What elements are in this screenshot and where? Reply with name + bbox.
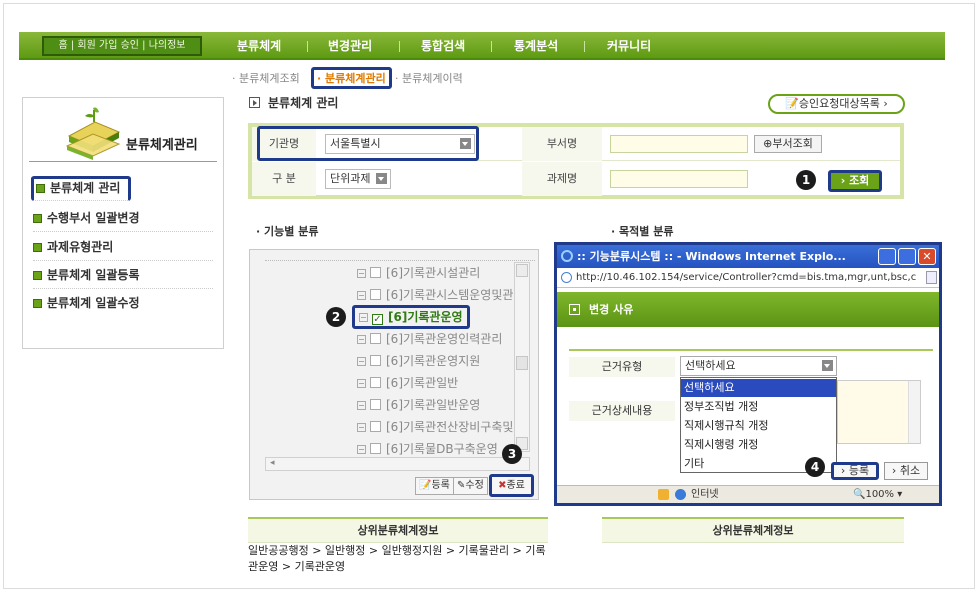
checkbox-checked-icon (372, 314, 383, 325)
nav-menu-classification[interactable]: 분류체계 (237, 32, 281, 60)
subtab-history[interactable]: · 분류체계이력 (395, 70, 463, 86)
subtab-view[interactable]: · 분류체계조회 (232, 70, 300, 86)
task-label: 과제명 (522, 162, 602, 196)
reason-type-label: 근거유형 (569, 357, 675, 377)
tree-node[interactable]: [6]기록물DB구축운영 (357, 440, 498, 458)
ie-logo-icon (561, 250, 573, 262)
sidebar-item-bulk-dept-change[interactable]: 수행부서 일괄변경 (33, 205, 213, 232)
address-dropdown-icon[interactable] (926, 271, 937, 284)
nav-separator (307, 41, 308, 52)
popup-register-button[interactable]: › 등록 (831, 462, 879, 480)
header-box-icon (569, 304, 580, 315)
document-icon: 📝 (785, 97, 799, 110)
zoom-level[interactable]: 🔍100% ▾ (853, 486, 902, 503)
reason-type-select[interactable]: 선택하세요 (680, 356, 837, 376)
task-name-input[interactable] (610, 170, 748, 188)
org-highlight-box (257, 126, 479, 161)
step-1-marker: 1 (796, 170, 816, 190)
scroll-left-arrow-icon[interactable]: ◂ (270, 458, 275, 468)
sidebar-title: 분류체계관리 (126, 138, 198, 153)
dept-search-button[interactable]: ⊕부서조회 (754, 135, 822, 153)
tree-node[interactable]: [6]기록관운영인력관리 (357, 330, 502, 348)
option-item[interactable]: 선택하세요 (681, 379, 836, 397)
left-sidebar: 분류체계관리 분류체계 관리 수행부서 일괄변경 과제유형관리 분류체계 일괄등… (22, 97, 224, 349)
globe-icon (675, 489, 686, 500)
nav-menu-change-management[interactable]: 변경관리 (328, 32, 372, 60)
approval-request-list-button[interactable]: 📝승인요청대상목록 › (768, 94, 905, 114)
tree-node[interactable]: [6]기록관운영지원 (357, 352, 480, 370)
zoom-icon: 🔍 (853, 489, 866, 500)
magnifier-icon: ⊕ (763, 137, 773, 150)
page-icon (561, 272, 572, 283)
nav-separator (399, 41, 400, 52)
popup-cancel-button[interactable]: › 취소 (884, 462, 928, 480)
close-icon[interactable]: ✕ (918, 248, 936, 265)
ie-popup-window: :: 기능분류시스템 :: - Windows Internet Explo..… (554, 242, 942, 506)
dept-input[interactable] (610, 135, 748, 153)
option-item[interactable]: 정부조직법 개정 (681, 398, 836, 416)
tree-node[interactable]: [6]기록관시설관리 (357, 264, 480, 282)
change-reason-header: 변경 사유 (557, 292, 939, 327)
functional-classification-title: · 기능별 분류 (256, 225, 319, 238)
page-title: 분류체계 관리 (249, 94, 338, 111)
tree-end-button[interactable]: ✖종료 (489, 474, 534, 497)
change-reason-form: 근거유형 선택하세요 근거상세내용 선택하세요 정부조직법 개정 직제시행규칙 … (569, 349, 933, 473)
popup-address-bar[interactable]: http://10.46.102.154/service/Controller?… (557, 268, 939, 288)
option-item[interactable]: 직제시행규칙 개정 (681, 417, 836, 435)
maximize-icon[interactable] (898, 248, 916, 265)
subtab-manage[interactable]: · 분류체계관리 (311, 67, 392, 89)
tree-register-button[interactable]: 📝등록 (415, 477, 454, 495)
nav-menu-community[interactable]: 커뮤니티 (607, 32, 651, 60)
scroll-thumb[interactable] (516, 356, 528, 370)
tree-node-selected[interactable]: [6]기록관운영 (352, 305, 470, 329)
step-4-marker: 4 (805, 457, 825, 477)
option-item[interactable]: 직제시행령 개정 (681, 436, 836, 454)
title-arrow-icon (249, 97, 260, 108)
dept-label: 부서명 (522, 127, 602, 161)
dropdown-arrow-icon (376, 173, 387, 184)
search-button[interactable]: › 조회 (828, 170, 882, 192)
register-icon: 📝 (419, 480, 432, 491)
reason-detail-label: 근거상세내용 (569, 401, 675, 421)
classification-path: 일반공공행정 > 일반행정 > 일반행정지원 > 기록물관리 > 기록관운영 >… (248, 544, 546, 573)
textarea-scrollbar[interactable] (908, 381, 920, 443)
step-2-marker: 2 (326, 307, 346, 327)
sidebar-item-bulk-register[interactable]: 분류체계 일괄등록 (33, 262, 213, 289)
type-label: 구 분 (252, 162, 316, 196)
sidebar-item-bulk-edit[interactable]: 분류체계 일괄수정 (33, 290, 213, 317)
books-icon (65, 107, 121, 160)
sidebar-item-task-type[interactable]: 과제유형관리 (33, 234, 213, 261)
tree-horizontal-scrollbar[interactable]: ◂ (265, 457, 530, 471)
type-select[interactable]: 단위과제 (325, 169, 391, 189)
top-navigation: 홈 | 회원 가입 승인 | 나의정보 분류체계 변경관리 통합검색 통계분석 … (19, 32, 945, 60)
scroll-up-arrow-icon[interactable] (516, 264, 528, 277)
dropdown-arrow-icon (822, 360, 833, 371)
step-3-marker: 3 (502, 444, 522, 464)
tree-node[interactable]: [6]기록관일반운영 (357, 396, 480, 414)
tree-edit-button[interactable]: ✎수정 (453, 477, 488, 495)
sidebar-header: 분류체계관리 (29, 104, 217, 162)
nav-menu-integrated-search[interactable]: 통합검색 (421, 32, 465, 60)
utility-links[interactable]: 홈 | 회원 가입 승인 | 나의정보 (42, 36, 202, 56)
security-icon (658, 489, 669, 500)
nav-separator (584, 41, 585, 52)
tree-node[interactable]: [6]기록관전산장비구축및 (357, 418, 513, 436)
upper-classification-info-right: 상위분류체계정보 (602, 517, 904, 543)
nav-menu-statistics[interactable]: 통계분석 (514, 32, 558, 60)
upper-classification-info-left: 상위분류체계정보 (248, 517, 548, 543)
tree-node[interactable]: [6]기록관시스템운영및관리 (357, 286, 524, 304)
minimize-icon[interactable] (878, 248, 896, 265)
popup-status-bar: 인터넷 🔍100% ▾ (557, 485, 939, 503)
sidebar-item-classification-manage[interactable]: 분류체계 관리 (31, 176, 131, 201)
tree-vertical-scrollbar[interactable] (514, 262, 530, 452)
reason-detail-textarea[interactable] (837, 380, 921, 444)
zone-label: 인터넷 (691, 489, 719, 500)
purpose-classification-title: · 목적별 분류 (611, 225, 674, 238)
nav-separator (491, 41, 492, 52)
tree-node[interactable]: [6]기록관일반 (357, 374, 458, 392)
